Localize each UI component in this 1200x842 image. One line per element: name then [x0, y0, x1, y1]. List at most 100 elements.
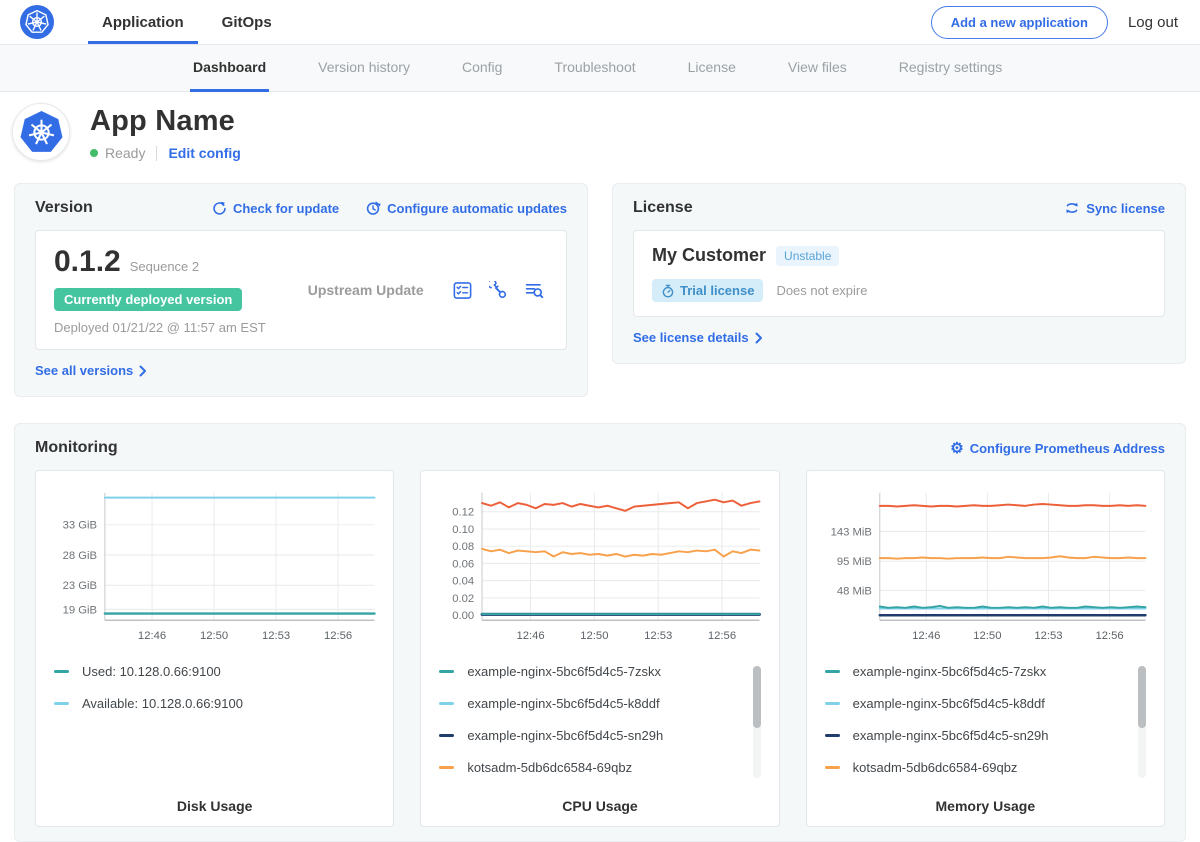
chart-title: CPU Usage: [433, 798, 766, 814]
legend-item: kotsadm-5db6dc6584-69qbz: [825, 760, 1146, 775]
checklist-icon: [453, 281, 472, 300]
svg-text:0.10: 0.10: [453, 524, 475, 536]
status-ready-dot: [90, 149, 98, 157]
check-for-update-link[interactable]: Check for update: [212, 200, 339, 216]
svg-text:48 MiB: 48 MiB: [837, 585, 872, 597]
logout-link[interactable]: Log out: [1128, 14, 1178, 31]
memory-usage-panel: 143 MiB95 MiB48 MiB12:4612:5012:5312:56 …: [806, 470, 1165, 827]
clock-refresh-icon: [365, 200, 381, 216]
trial-license-label: Trial license: [680, 283, 754, 298]
app-icon: [12, 103, 70, 161]
legend-item: Used: 10.128.0.66:9100: [54, 664, 375, 679]
subnav-item-registry-settings[interactable]: Registry settings: [896, 45, 1005, 92]
version-card: Version Check for update: [14, 183, 588, 397]
add-application-button[interactable]: Add a new application: [931, 6, 1108, 39]
version-sequence: Sequence 2: [130, 259, 199, 274]
svg-text:12:50: 12:50: [581, 630, 609, 642]
svg-text:12:50: 12:50: [200, 630, 228, 642]
svg-text:12:50: 12:50: [973, 630, 1001, 642]
deploy-logs-button[interactable]: [525, 281, 544, 300]
chart-title: Disk Usage: [48, 798, 381, 814]
svg-text:0.12: 0.12: [453, 507, 475, 519]
legend-item: example-nginx-5bc6f5d4c5-7zskx: [439, 664, 760, 679]
subnav-item-dashboard[interactable]: Dashboard: [190, 45, 269, 92]
legend-scrollbar[interactable]: [1138, 666, 1146, 778]
svg-text:12:46: 12:46: [912, 630, 940, 642]
configure-automatic-updates-link[interactable]: Configure automatic updates: [365, 200, 567, 216]
chevron-right-icon: [139, 365, 147, 377]
trial-license-badge: Trial license: [652, 279, 763, 302]
svg-text:0.08: 0.08: [453, 541, 475, 553]
legend-series-dash: [439, 670, 454, 673]
cpu-usage-panel: 0.120.100.080.060.040.020.0012:4612:5012…: [420, 470, 779, 827]
stopwatch-icon: [661, 284, 675, 298]
memory-usage-legend: example-nginx-5bc6f5d4c5-7zskx example-ng…: [825, 664, 1146, 775]
edit-config-button[interactable]: [489, 281, 508, 300]
subnav-item-troubleshoot[interactable]: Troubleshoot: [551, 45, 638, 92]
legend-series-label: example-nginx-5bc6f5d4c5-sn29h: [467, 728, 663, 743]
version-card-title: Version: [35, 199, 93, 217]
license-expiry: Does not expire: [776, 283, 867, 298]
see-all-versions-link[interactable]: See all versions: [35, 363, 147, 378]
status-text: Ready: [105, 145, 145, 161]
svg-text:0.02: 0.02: [453, 593, 475, 605]
chevron-right-icon: [755, 332, 763, 344]
svg-text:12:56: 12:56: [324, 630, 352, 642]
monitoring-title: Monitoring: [35, 439, 118, 457]
scrollbar-thumb[interactable]: [753, 666, 761, 728]
svg-text:28 GiB: 28 GiB: [63, 550, 97, 562]
svg-text:95 MiB: 95 MiB: [837, 556, 872, 568]
see-license-details-link[interactable]: See license details: [633, 330, 763, 345]
legend-series-dash: [825, 670, 840, 673]
top-tab-application[interactable]: Application: [88, 0, 198, 44]
svg-text:19 GiB: 19 GiB: [63, 604, 97, 616]
legend-series-label: example-nginx-5bc6f5d4c5-7zskx: [467, 664, 661, 679]
configure-prometheus-link[interactable]: ⚙ Configure Prometheus Address: [950, 441, 1165, 456]
subnav-item-view-files[interactable]: View files: [785, 45, 850, 92]
svg-text:12:53: 12:53: [1034, 630, 1062, 642]
legend-item: Available: 10.128.0.66:9100: [54, 696, 375, 711]
svg-text:143 MiB: 143 MiB: [830, 526, 871, 538]
subnav-item-config[interactable]: Config: [459, 45, 505, 92]
legend-series-dash: [825, 766, 840, 769]
license-card: License Sync license: [612, 183, 1186, 364]
svg-text:12:53: 12:53: [262, 630, 290, 642]
legend-scrollbar[interactable]: [753, 666, 761, 778]
subnav-item-license[interactable]: License: [685, 45, 739, 92]
scrollbar-thumb[interactable]: [1138, 666, 1146, 728]
legend-series-dash: [825, 702, 840, 705]
subnav-item-version-history[interactable]: Version history: [315, 45, 413, 92]
divider: [156, 146, 157, 161]
top-tab-gitops[interactable]: GitOps: [208, 0, 286, 44]
kubernetes-logo-icon[interactable]: [20, 5, 54, 39]
legend-item: kotsadm-5db6dc6584-69qbz: [439, 760, 760, 775]
gear-icon: ⚙: [950, 441, 963, 456]
check-for-update-label: Check for update: [233, 201, 339, 216]
preflight-checks-button[interactable]: [453, 281, 472, 300]
legend-series-dash: [54, 702, 69, 705]
version-number: 0.1.2: [54, 245, 121, 279]
customer-name: My Customer: [652, 245, 766, 266]
svg-text:33 GiB: 33 GiB: [63, 520, 97, 532]
monitoring-card: Monitoring ⚙ Configure Prometheus Addres…: [14, 423, 1186, 842]
legend-item: example-nginx-5bc6f5d4c5-sn29h: [825, 728, 1146, 743]
svg-text:12:56: 12:56: [708, 630, 736, 642]
sync-arrows-icon: [1064, 200, 1080, 216]
svg-text:12:46: 12:46: [138, 630, 166, 642]
dashboard-content: Version Check for update: [0, 177, 1200, 842]
configure-automatic-updates-label: Configure automatic updates: [387, 201, 567, 216]
legend-series-label: kotsadm-5db6dc6584-69qbz: [467, 760, 632, 775]
legend-series-dash: [54, 670, 69, 673]
legend-series-label: example-nginx-5bc6f5d4c5-7zskx: [853, 664, 1047, 679]
cpu-usage-chart: 0.120.100.080.060.040.020.0012:4612:5012…: [433, 483, 766, 650]
legend-series-label: Used: 10.128.0.66:9100: [82, 664, 221, 679]
legend-series-dash: [439, 766, 454, 769]
app-header: App Name Ready Edit config: [0, 92, 1200, 177]
legend-item: example-nginx-5bc6f5d4c5-7zskx: [825, 664, 1146, 679]
edit-config-link[interactable]: Edit config: [168, 145, 240, 161]
wrench-gear-icon: [489, 281, 508, 300]
logs-search-icon: [525, 281, 544, 300]
svg-text:0.06: 0.06: [453, 558, 475, 570]
sync-license-link[interactable]: Sync license: [1064, 200, 1165, 216]
legend-item: example-nginx-5bc6f5d4c5-k8ddf: [439, 696, 760, 711]
